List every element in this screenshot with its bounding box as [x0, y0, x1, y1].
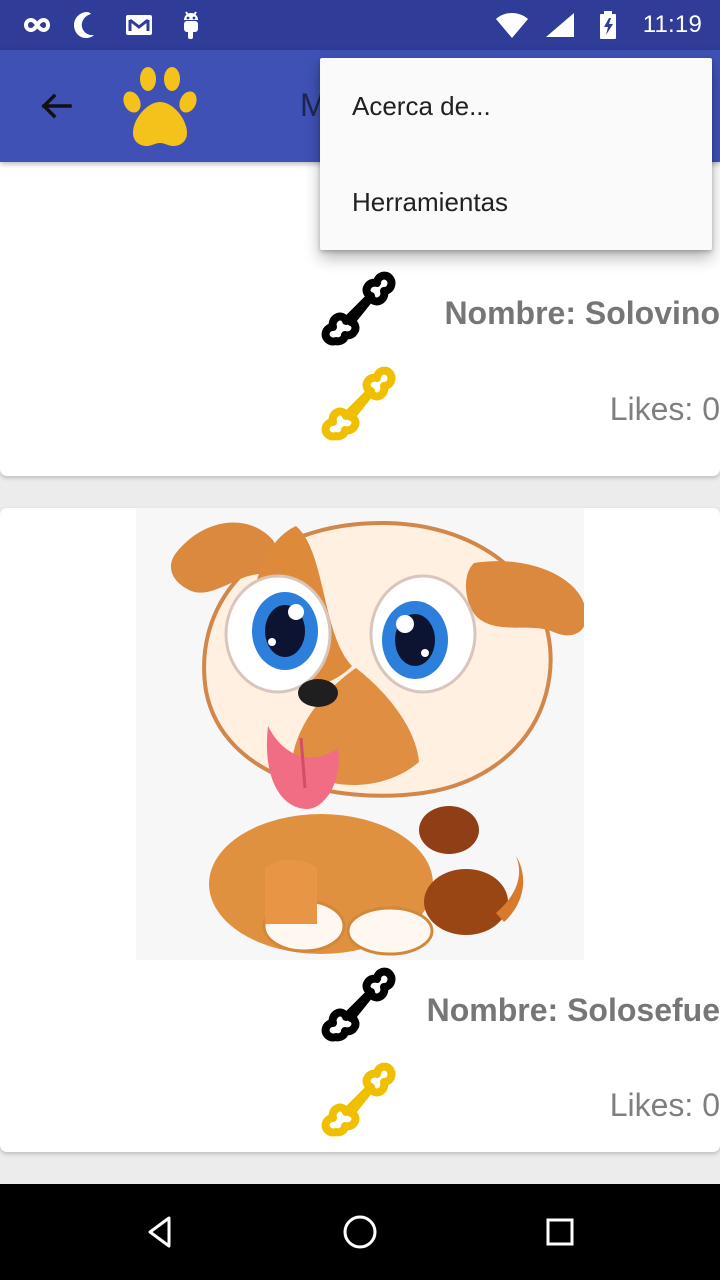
- puppy-image: [136, 508, 587, 960]
- signal-icon: [543, 8, 577, 42]
- square-recents-icon: [546, 1218, 574, 1246]
- nav-recents-button[interactable]: [536, 1208, 584, 1256]
- back-button[interactable]: [24, 78, 88, 134]
- status-right-icons: 11:19: [495, 0, 702, 50]
- arrow-left-icon: [41, 93, 72, 119]
- bone-icon: [321, 967, 396, 1042]
- battery-icon: [591, 8, 625, 42]
- menu-item-about[interactable]: Acerca de...: [320, 58, 712, 154]
- status-left-icons: [18, 0, 208, 50]
- pet-likes: Likes: 0: [609, 391, 720, 427]
- bone-gold-icon[interactable]: [318, 366, 402, 450]
- circle-home-icon: [343, 1215, 377, 1249]
- status-bar: 11:19: [0, 0, 720, 50]
- pet-list[interactable]: Nombre: Solovino Likes: 0 Nombre: Solose…: [0, 162, 720, 1184]
- nav-back-button[interactable]: [136, 1208, 184, 1256]
- pet-likes: Likes: 0: [609, 1087, 720, 1123]
- pet-name: Nombre: Solovino: [444, 295, 720, 331]
- navigation-bar: [0, 1184, 720, 1280]
- android-icon: [174, 8, 208, 42]
- status-time: 11:19: [642, 11, 702, 38]
- moon-icon: [70, 8, 104, 42]
- pet-name: Nombre: Solosefue: [426, 992, 720, 1028]
- nav-home-button[interactable]: [336, 1208, 384, 1256]
- bone-gold-icon[interactable]: [318, 1062, 402, 1146]
- paw-icon: [120, 64, 200, 150]
- menu-item-tools[interactable]: Herramientas: [320, 154, 712, 250]
- mail-icon: [122, 8, 156, 42]
- infinity-icon: [18, 8, 52, 42]
- bone-icon: [321, 271, 396, 346]
- wifi-icon: [495, 8, 529, 42]
- triangle-back-icon: [148, 1216, 171, 1248]
- pet-card[interactable]: Nombre: Solosefue Likes: 0: [0, 508, 720, 1152]
- overflow-menu: Acerca de... Herramientas: [320, 58, 712, 250]
- app-title: M: [300, 87, 320, 123]
